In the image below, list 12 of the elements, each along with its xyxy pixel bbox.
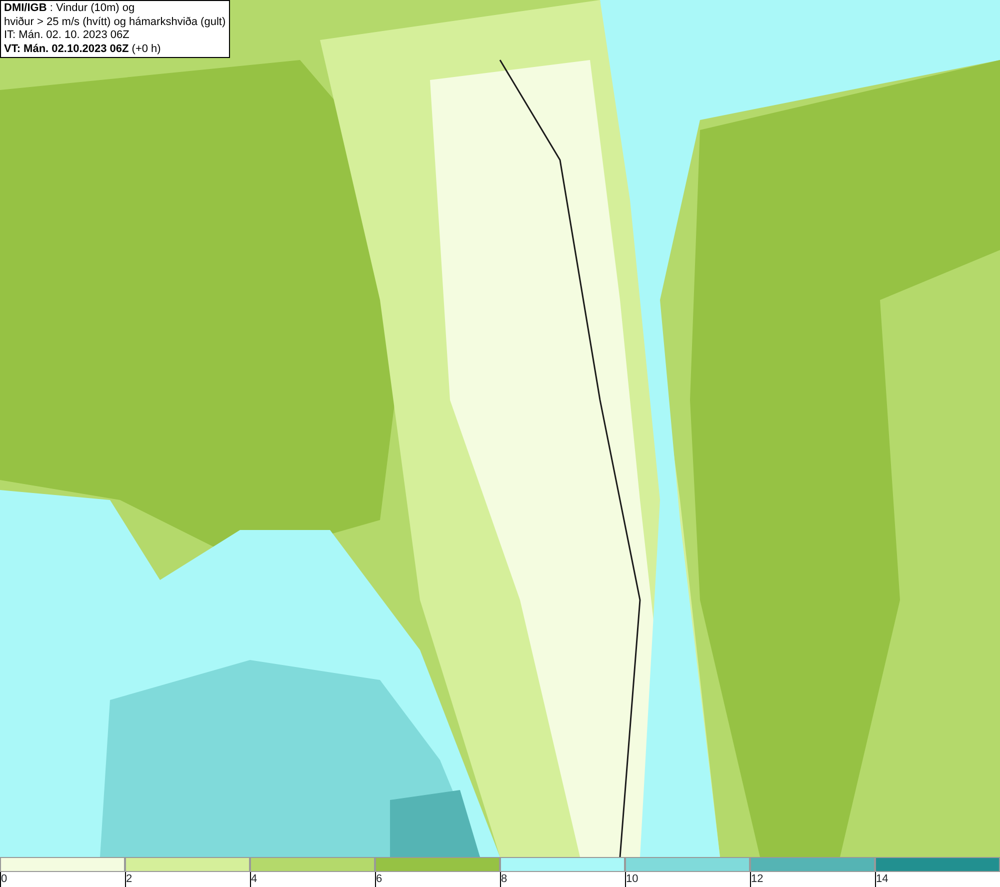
legend-tick-label: 0	[0, 872, 10, 887]
legend-tick-label: 8	[500, 872, 510, 887]
legend-tick-label: 10	[625, 872, 640, 887]
info-line: VT: Mán. 02.10.2023 06Z (+0 h)	[4, 42, 161, 56]
legend-tick-label: 6	[375, 872, 384, 887]
legend-tick-label: 4	[250, 872, 260, 887]
info-line: hviður > 25 m/s (hvítt) og hámarkshviða (gult)	[4, 16, 226, 29]
info-line: DMI/IGB : Vindur (10m) og	[4, 2, 135, 16]
legend-tick-label: 14	[875, 872, 890, 887]
info-line: IT: Mán. 02. 10. 2023 06Z	[4, 29, 130, 42]
legend-tick-label: 2	[125, 872, 134, 887]
legend-tick-label: 12	[750, 872, 766, 887]
